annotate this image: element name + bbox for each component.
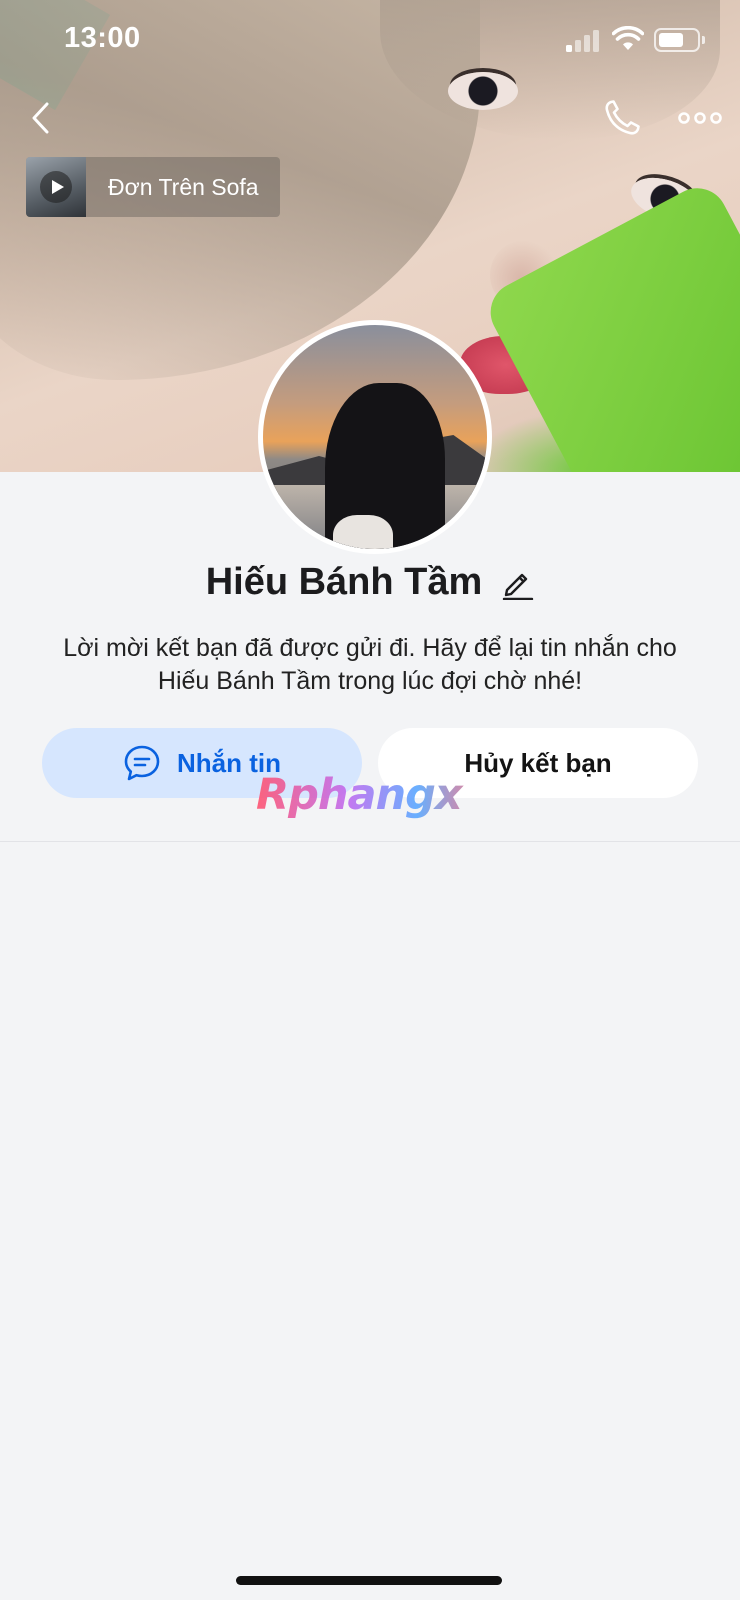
friend-request-note: Lời mời kết bạn đã được gửi đi. Hãy để l… — [63, 634, 677, 695]
status-bar: 13:00 — [0, 0, 740, 80]
pencil-icon[interactable] — [500, 566, 534, 600]
chat-bubble-icon — [124, 745, 160, 781]
play-icon[interactable] — [40, 171, 72, 203]
profile-name: Hiếu Bánh Tầm — [205, 560, 483, 603]
signal-icon — [566, 30, 600, 52]
home-indicator[interactable] — [236, 1576, 502, 1585]
profile-music-chip[interactable]: Đơn Trên Sofa — [26, 157, 280, 217]
avatar-decoration — [333, 515, 393, 549]
profile-name-row: Hiếu Bánh Tầm — [0, 554, 740, 610]
phone-icon[interactable] — [602, 98, 642, 138]
cover-decoration — [480, 177, 740, 472]
section-divider — [0, 841, 740, 842]
wifi-icon — [612, 26, 644, 50]
music-title: Đơn Trên Sofa — [108, 173, 259, 200]
music-cover-thumbnail — [26, 157, 86, 217]
battery-icon — [654, 28, 705, 52]
avatar[interactable] — [258, 320, 492, 554]
unfriend-button-label: Hủy kết bạn — [464, 747, 612, 778]
more-dots-icon[interactable] — [678, 106, 722, 130]
watermark-logo: Rphangx — [256, 770, 486, 822]
status-time: 13:00 — [64, 22, 141, 54]
chevron-left-icon[interactable] — [26, 98, 56, 138]
